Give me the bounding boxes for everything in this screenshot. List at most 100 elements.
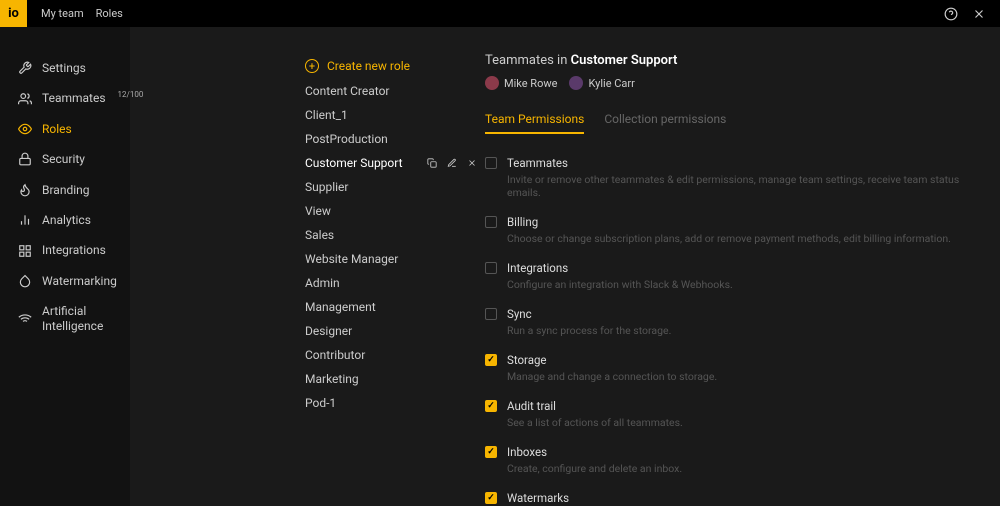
permission-title: Inboxes [507,445,980,459]
permission-checkbox[interactable] [485,308,497,320]
ai-icon [18,312,32,326]
role-label: View [305,204,331,218]
role-item[interactable]: Pod-1 [305,391,485,415]
sidebar-item-roles[interactable]: Roles [0,114,130,144]
permission-description: Configure an integration with Slack & We… [507,278,980,291]
permission-checkbox[interactable] [485,354,497,366]
role-label: Customer Support [305,156,403,170]
role-item[interactable]: View [305,199,485,223]
sidebar-item-label: Integrations [42,243,106,257]
permission-description: Choose or change subscription plans, add… [507,232,980,245]
sidebar-item-label: Branding [42,183,90,197]
permission-title: Sync [507,307,980,321]
role-item[interactable]: Management [305,295,485,319]
edit-icon[interactable] [447,158,457,168]
permission-title: Teammates [507,156,980,170]
role-item[interactable]: Content Creator [305,79,485,103]
permission-row: InboxesCreate, configure and delete an i… [485,445,980,475]
sidebar-item-count: 12/100 [118,90,144,100]
help-icon[interactable] [944,7,958,21]
analytics-icon [18,213,32,227]
role-label: Client_1 [305,108,348,122]
sidebar-item-analytics[interactable]: Analytics [0,205,130,235]
sidebar-item-teammates[interactable]: Teammates12/100 [0,83,130,113]
settings-icon [18,61,32,75]
sidebar-item-label: Security [42,152,85,166]
page-title: Teammates in Customer Support [485,53,980,68]
permission-row: Audit trailSee a list of actions of all … [485,399,980,429]
permission-title: Billing [507,215,980,229]
permission-title: Integrations [507,261,980,275]
sidebar-item-watermarking[interactable]: Watermarking [0,266,130,296]
permission-row: Storage Manage and change a connection to… [485,353,980,383]
permission-row: Billing Choose or change subscription pla… [485,215,980,245]
roles-list: + Create new role Content Creator Client_… [305,27,485,506]
role-item[interactable]: Website Manager [305,247,485,271]
breadcrumb-my-team[interactable]: My team [41,7,84,20]
role-label: Designer [305,324,352,338]
permission-checkbox[interactable] [485,492,497,504]
sidebar-item-label: Watermarking [42,274,117,288]
permission-checkbox[interactable] [485,262,497,274]
sidebar-item-settings[interactable]: Settings [0,53,130,83]
role-item[interactable]: PostProduction [305,127,485,151]
teammate-chip[interactable]: Kylie Carr [569,76,634,90]
permission-title: Storage [507,353,980,367]
role-label: Content Creator [305,84,389,98]
role-label: Contributor [305,348,365,362]
topbar: io My team Roles [0,0,1000,27]
role-item[interactable]: Sales [305,223,485,247]
teammate-name: Mike Rowe [504,77,557,90]
role-item[interactable]: Customer Support [305,151,485,175]
permission-description: Run a sync process for the storage. [507,324,980,337]
plus-icon: + [305,59,319,73]
role-item[interactable]: Designer [305,319,485,343]
role-label: Supplier [305,180,348,194]
create-role-label: Create new role [327,59,410,73]
close-icon[interactable] [972,7,986,21]
permission-title: Audit trail [507,399,980,413]
permission-row: WatermarksCreate, edit, delete watermark… [485,491,980,506]
sidebar-item-branding[interactable]: Branding [0,175,130,205]
teammate-chip[interactable]: Mike Rowe [485,76,557,90]
role-label: Sales [305,228,334,242]
permission-tabs: Team Permissions Collection permissions [485,112,980,134]
permission-description: Manage and change a connection to storag… [507,370,980,383]
breadcrumb-roles[interactable]: Roles [96,7,123,20]
permission-checkbox[interactable] [485,400,497,412]
role-item[interactable]: Marketing [305,367,485,391]
sidebar-item-ai[interactable]: Artificial Intelligence [0,296,130,341]
teammates-icon [18,92,32,106]
integrations-icon [18,244,32,258]
sidebar-item-label: Artificial Intelligence [42,304,120,333]
role-label: Management [305,300,376,314]
copy-icon[interactable] [427,158,437,168]
role-item[interactable]: Admin [305,271,485,295]
avatar [485,76,499,90]
permission-checkbox[interactable] [485,446,497,458]
permission-checkbox[interactable] [485,157,497,169]
sidebar-item-label: Roles [42,122,72,136]
sidebar-item-integrations[interactable]: Integrations [0,235,130,265]
role-label: Marketing [305,372,359,386]
permission-checkbox[interactable] [485,216,497,228]
logo[interactable]: io [0,0,27,27]
role-item[interactable]: Client_1 [305,103,485,127]
role-item[interactable]: Supplier [305,175,485,199]
sidebar-item-security[interactable]: Security [0,144,130,174]
create-role-button[interactable]: + Create new role [305,53,485,79]
permission-row: Teammates Invite or remove other teammate… [485,156,980,199]
sidebar-item-label: Analytics [42,213,91,227]
delete-icon[interactable] [467,158,477,168]
role-label: PostProduction [305,132,388,146]
role-item[interactable]: Contributor [305,343,485,367]
branding-icon [18,183,32,197]
watermarking-icon [18,274,32,288]
teammates-row: Mike Rowe Kylie Carr [485,76,980,90]
breadcrumb: My team Roles [41,7,123,20]
tab-team-permissions[interactable]: Team Permissions [485,112,584,134]
role-label: Pod-1 [305,396,336,410]
avatar [569,76,583,90]
tab-collection-permissions[interactable]: Collection permissions [604,112,726,134]
permission-description: Invite or remove other teammates & edit … [507,173,980,199]
